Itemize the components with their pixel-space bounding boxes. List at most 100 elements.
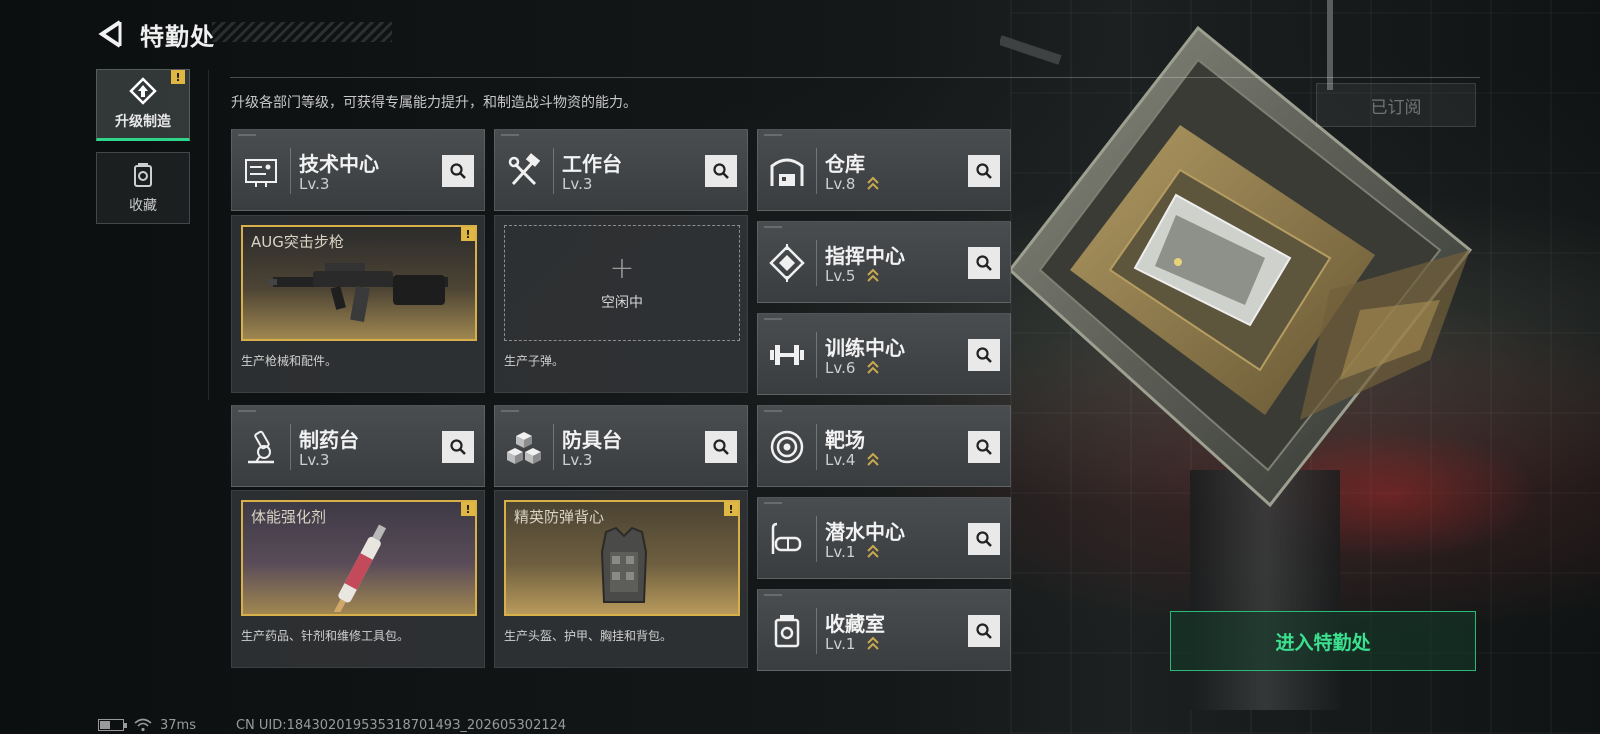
- wifi-icon: [134, 718, 152, 732]
- production-panel-tech-center[interactable]: AUG突击步枪 ! 生产枪械和配件。: [231, 215, 485, 393]
- search-icon: [713, 439, 729, 455]
- panel-description: 生产头盔、护甲、胸挂和背包。: [504, 629, 673, 643]
- card-divider: [290, 148, 291, 194]
- search-icon: [976, 347, 992, 363]
- facility-card-warehouse[interactable]: 仓库 Lv.8: [757, 129, 1011, 211]
- search-button[interactable]: [442, 431, 474, 463]
- facility-name: 训练中心: [825, 336, 905, 360]
- facility-card-pharmacy[interactable]: 制药台 Lv.3: [231, 405, 485, 487]
- enter-special-ops-button[interactable]: 进入特勤处: [1170, 611, 1476, 671]
- facility-card-training-center[interactable]: 训练中心 Lv.6: [757, 313, 1011, 395]
- card-divider: [816, 240, 817, 286]
- dumbbell-icon: [768, 336, 806, 374]
- production-panel-armor-bench[interactable]: 精英防弹背心 ! 生产头盔、护甲、胸挂和背包。: [494, 490, 748, 668]
- tab-label: 收藏: [129, 198, 157, 214]
- card-divider: [816, 332, 817, 378]
- production-panel-workbench[interactable]: + 空闲中 生产子弹。: [494, 215, 748, 393]
- facility-level: Lv.3: [562, 451, 593, 469]
- production-panel-pharmacy[interactable]: 体能强化剂 ! 生产药品、针剂和维修工具包。: [231, 490, 485, 668]
- vest-image: [600, 526, 648, 603]
- corner-mark: [764, 134, 782, 136]
- panel-description: 生产子弹。: [504, 354, 565, 368]
- corner-mark: [764, 318, 782, 320]
- target-icon: [768, 428, 806, 466]
- collection-icon: [768, 612, 806, 650]
- side-divider: [208, 70, 209, 400]
- search-button[interactable]: [705, 431, 737, 463]
- page-title: 特勤处: [140, 22, 215, 51]
- top-divider: [230, 77, 1480, 78]
- corner-mark: [238, 134, 256, 136]
- add-icon: +: [609, 251, 635, 286]
- facility-level: Lv.1: [825, 635, 856, 653]
- search-button[interactable]: [968, 431, 1000, 463]
- facility-card-shooting-range[interactable]: 靶场 Lv.4: [757, 405, 1011, 487]
- card-divider: [816, 148, 817, 194]
- upgrade-icon: [129, 77, 157, 105]
- search-button[interactable]: [968, 155, 1000, 187]
- empty-production-slot[interactable]: + 空闲中: [504, 225, 740, 341]
- production-item[interactable]: AUG突击步枪 !: [241, 225, 477, 341]
- facility-card-armor-bench[interactable]: 防具台 Lv.3: [494, 405, 748, 487]
- upgrade-chevron-icon: [867, 452, 879, 466]
- diving-mask-icon: [768, 520, 806, 558]
- collection-icon: [134, 163, 152, 187]
- facility-card-command-center[interactable]: 指挥中心 Lv.5: [757, 221, 1011, 303]
- subscribed-button[interactable]: 已订阅: [1316, 83, 1476, 127]
- corner-mark: [238, 410, 256, 412]
- facility-level: Lv.6: [825, 359, 856, 377]
- card-divider: [816, 608, 817, 654]
- header: 特勤处: [96, 16, 215, 52]
- search-icon: [450, 163, 466, 179]
- upgrade-chevron-icon: [867, 544, 879, 558]
- search-button[interactable]: [968, 615, 1000, 647]
- facility-name: 防具台: [562, 428, 622, 452]
- battery-icon: [98, 719, 127, 731]
- search-button[interactable]: [705, 155, 737, 187]
- tools-icon: [505, 152, 543, 190]
- search-button[interactable]: [442, 155, 474, 187]
- search-button[interactable]: [968, 339, 1000, 371]
- rifle-image: [267, 263, 448, 322]
- facility-card-collection-room[interactable]: 收藏室 Lv.1: [757, 589, 1011, 671]
- facility-level: Lv.3: [299, 451, 330, 469]
- microscope-icon: [242, 428, 280, 466]
- search-icon: [976, 163, 992, 179]
- panel-description: 生产药品、针剂和维修工具包。: [241, 629, 410, 643]
- tab-collection[interactable]: 收藏: [96, 152, 190, 224]
- corner-mark: [764, 226, 782, 228]
- tab-label: 升级制造: [115, 114, 171, 130]
- facility-name: 收藏室: [825, 612, 885, 636]
- card-divider: [816, 424, 817, 470]
- upgrade-chevron-icon: [867, 268, 879, 282]
- production-item[interactable]: 精英防弹背心 !: [504, 500, 740, 616]
- facility-card-workbench[interactable]: 工作台 Lv.3: [494, 129, 748, 211]
- card-divider: [290, 424, 291, 470]
- corner-mark: [764, 410, 782, 412]
- search-icon: [713, 163, 729, 179]
- alert-badge: !: [461, 502, 475, 516]
- search-icon: [450, 439, 466, 455]
- facility-card-diving-center[interactable]: 潜水中心 Lv.1: [757, 497, 1011, 579]
- alert-badge: !: [461, 227, 475, 241]
- circuit-icon: [242, 152, 280, 190]
- upgrade-chevron-icon: [867, 636, 879, 650]
- corner-mark: [501, 134, 519, 136]
- card-divider: [553, 424, 554, 470]
- status-bar: 37ms CN UID:18430201953531870149З_202605…: [98, 716, 566, 734]
- search-button[interactable]: [968, 247, 1000, 279]
- title-decoration: [212, 22, 392, 42]
- facility-level: Lv.3: [562, 175, 593, 193]
- facility-card-tech-center[interactable]: 技术中心 Lv.3: [231, 129, 485, 211]
- production-item[interactable]: 体能强化剂 !: [241, 500, 477, 616]
- alert-badge: !: [724, 502, 738, 516]
- facility-name: 技术中心: [299, 152, 379, 176]
- card-divider: [553, 148, 554, 194]
- tab-upgrade-manufacture[interactable]: 升级制造 !: [96, 69, 190, 141]
- facility-level: Lv.4: [825, 451, 856, 469]
- back-arrow-icon[interactable]: [96, 19, 126, 49]
- corner-mark: [501, 410, 519, 412]
- search-button[interactable]: [968, 523, 1000, 555]
- uid-text: CN UID:18430201953531870149З_20260530212…: [235, 717, 567, 733]
- corner-mark: [764, 594, 782, 596]
